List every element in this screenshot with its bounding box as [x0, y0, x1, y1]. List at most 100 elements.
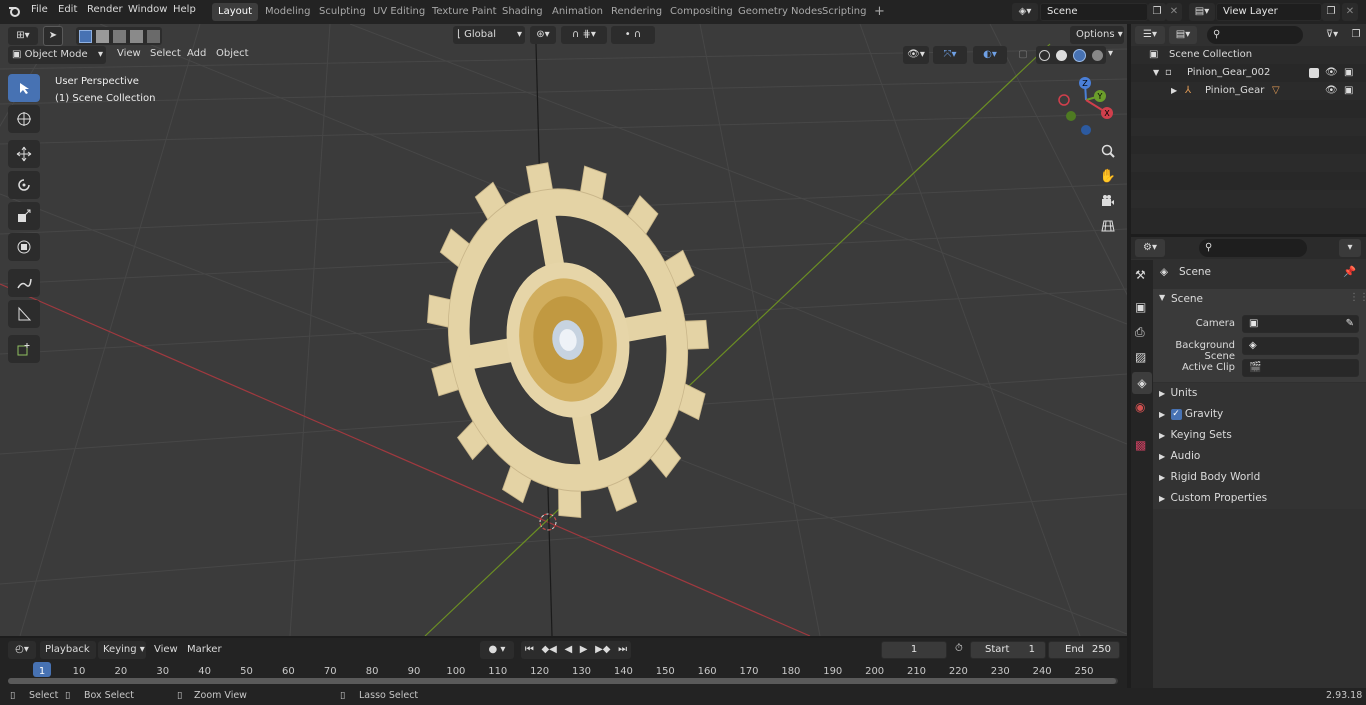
menu-edit[interactable]: Edit — [58, 4, 77, 15]
timeline-view-menu[interactable]: View — [154, 644, 178, 655]
annotate-tool-icon[interactable] — [8, 269, 40, 297]
wireframe-shading-icon[interactable] — [1039, 49, 1050, 61]
pin-icon[interactable]: 📌 — [1343, 262, 1357, 283]
outliner-row-pinion-gear-002[interactable]: ▼ ▫ Pinion_Gear_002 👁 ▣ — [1131, 64, 1366, 82]
scene-name-field[interactable]: Scene — [1040, 3, 1148, 21]
view-layer-field[interactable]: View Layer — [1216, 3, 1322, 21]
gear-object[interactable] — [400, 141, 736, 539]
scale-tool-icon[interactable] — [8, 202, 40, 230]
snap-icon[interactable]: ∩ ⋕▾ — [561, 26, 607, 44]
transform-orientation-dropdown[interactable]: ⌊ Global ▾ — [453, 26, 525, 44]
blender-logo-icon[interactable] — [8, 4, 22, 18]
eyedropper-icon[interactable]: ✎ — [1346, 316, 1358, 332]
move-tool-icon[interactable] — [8, 140, 40, 168]
menu-help[interactable]: Help — [173, 4, 196, 15]
play-reverse-icon[interactable]: ◀ — [564, 641, 572, 659]
outliner-search-input[interactable]: ⚲ — [1207, 26, 1303, 44]
xray-icon[interactable]: ▢ — [1014, 46, 1032, 64]
view-layer-tab-icon[interactable]: ▨ — [1135, 350, 1146, 364]
tab-scripting[interactable]: Scripting — [816, 3, 872, 21]
jump-start-icon[interactable]: ⏮ — [525, 641, 534, 659]
menu-render[interactable]: Render — [87, 4, 123, 15]
tab-animation[interactable]: Animation — [546, 3, 609, 21]
prev-keyframe-icon[interactable]: ◆◀ — [541, 641, 556, 659]
mesh-data-icon[interactable]: ▽ — [1272, 82, 1280, 100]
background-scene-field[interactable]: ◈ — [1242, 337, 1359, 355]
outliner-row-scene-collection[interactable]: ▣ Scene Collection — [1131, 46, 1366, 64]
gravity-panel[interactable]: ▶ ✓ Gravity — [1153, 404, 1366, 425]
drag-handle-icon[interactable]: ⋮⋮ — [1349, 292, 1366, 303]
add-workspace-icon[interactable]: + — [868, 3, 891, 21]
zoom-icon[interactable] — [1097, 140, 1119, 162]
delete-view-layer-icon[interactable]: ✕ — [1342, 3, 1358, 21]
exclude-checkbox[interactable] — [1309, 68, 1319, 78]
pivot-point-icon[interactable]: ⊛▾ — [530, 26, 556, 44]
chevron-down-icon[interactable]: ▾ — [1108, 48, 1113, 59]
properties-search-input[interactable]: ⚲ — [1199, 239, 1307, 257]
object-mode-dropdown[interactable]: ▣ Object Mode ▾ — [8, 46, 106, 64]
render-tab-icon[interactable]: ▣ — [1135, 300, 1146, 314]
world-tab-icon[interactable]: ◉ — [1135, 400, 1145, 414]
measure-tool-icon[interactable] — [8, 300, 40, 328]
menu-file[interactable]: File — [31, 4, 48, 15]
overlays-icon[interactable]: ◐▾ — [973, 46, 1007, 64]
pan-hand-icon[interactable]: ✋ — [1097, 165, 1119, 187]
timeline-scrollbar[interactable] — [8, 678, 1118, 684]
tab-uv-editing[interactable]: UV Editing — [367, 3, 431, 21]
tab-geometry-nodes[interactable]: Geometry Nodes — [732, 3, 828, 21]
3d-viewport[interactable]: ⊞▾ ➤ ⌊ Global ▾ ⊛▾ ∩ ⋕▾ • ∩ Options ▾ — [0, 24, 1127, 636]
cursor-tool-icon[interactable] — [8, 105, 40, 133]
rotate-tool-icon[interactable] — [8, 171, 40, 199]
eye-icon[interactable]: 👁 — [1325, 64, 1338, 82]
menu-window[interactable]: Window — [128, 4, 167, 15]
shading-modes[interactable] — [1036, 46, 1106, 64]
menu-select[interactable]: Select — [150, 48, 181, 59]
perspective-grid-icon[interactable] — [1097, 215, 1119, 237]
visibility-icon[interactable]: 👁▾ — [903, 46, 929, 64]
camera-view-icon[interactable] — [1097, 190, 1119, 212]
select-tool-icon[interactable]: ➤ — [43, 26, 63, 46]
tab-modeling[interactable]: Modeling — [259, 3, 317, 21]
transform-tool-icon[interactable] — [8, 233, 40, 261]
proportional-edit-icon[interactable]: • ∩ — [611, 26, 655, 44]
active-clip-field[interactable]: 🎬 — [1242, 359, 1359, 377]
view-layer-icon[interactable]: ▤▾ — [1189, 3, 1215, 21]
delete-scene-icon[interactable]: ✕ — [1166, 3, 1182, 21]
filter-icon[interactable]: ⊽▾ — [1319, 26, 1345, 44]
tab-texture-paint[interactable]: Texture Paint — [426, 3, 503, 21]
output-tab-icon[interactable]: ⎙ — [1135, 325, 1145, 340]
new-view-layer-icon[interactable]: ❐ — [1322, 3, 1340, 21]
select-new-icon[interactable] — [79, 29, 92, 43]
eye-icon[interactable]: 👁 — [1325, 82, 1338, 100]
units-panel[interactable]: ▶ Units — [1153, 383, 1366, 404]
record-icon[interactable]: ● ▾ — [480, 641, 514, 659]
outliner-row-pinion-gear[interactable]: ▶ ⅄ Pinion_Gear ▽ 👁 ▣ — [1131, 82, 1366, 100]
solid-shading-icon[interactable] — [1056, 49, 1067, 61]
jump-end-icon[interactable]: ⏭ — [618, 641, 627, 659]
texture-tab-icon[interactable]: ▩ — [1135, 438, 1146, 452]
select-extend-icon[interactable] — [96, 29, 109, 43]
end-frame-field[interactable]: End 250 — [1048, 641, 1120, 659]
expand-arrow-icon[interactable]: ▶ — [1171, 82, 1177, 100]
tweak-tool-icon[interactable] — [8, 74, 40, 102]
add-cube-tool-icon[interactable] — [8, 335, 40, 363]
rendered-shading-icon[interactable] — [1092, 49, 1103, 61]
audio-panel[interactable]: ▶ Audio — [1153, 446, 1366, 467]
expand-arrow-icon[interactable]: ▼ — [1153, 64, 1159, 82]
gizmo-icon[interactable]: ⤧▾ — [933, 46, 967, 64]
new-scene-icon[interactable]: ❐ — [1148, 3, 1166, 21]
play-icon[interactable]: ▶ — [580, 641, 588, 659]
outliner-editor-type-icon[interactable]: ☰▾ — [1135, 26, 1165, 44]
properties-editor-type-icon[interactable]: ⚙▾ — [1135, 239, 1165, 257]
timeline-marker-menu[interactable]: Marker — [187, 644, 222, 655]
custom-properties-panel[interactable]: ▶ Custom Properties — [1153, 488, 1366, 509]
gravity-checkbox[interactable]: ✓ — [1170, 408, 1182, 420]
rigid-body-world-panel[interactable]: ▶ Rigid Body World — [1153, 467, 1366, 488]
tool-tab-icon[interactable]: ⚒ — [1135, 268, 1146, 282]
tab-sculpting[interactable]: Sculpting — [313, 3, 372, 21]
current-frame-field[interactable]: 1 — [881, 641, 947, 659]
next-keyframe-icon[interactable]: ▶◆ — [595, 641, 610, 659]
options-dropdown[interactable]: Options ▾ — [1070, 26, 1124, 44]
scene-section-header[interactable]: ▼ Scene ⋮⋮ — [1153, 289, 1366, 310]
navigation-gizmo[interactable]: Z Y X — [1052, 74, 1122, 138]
